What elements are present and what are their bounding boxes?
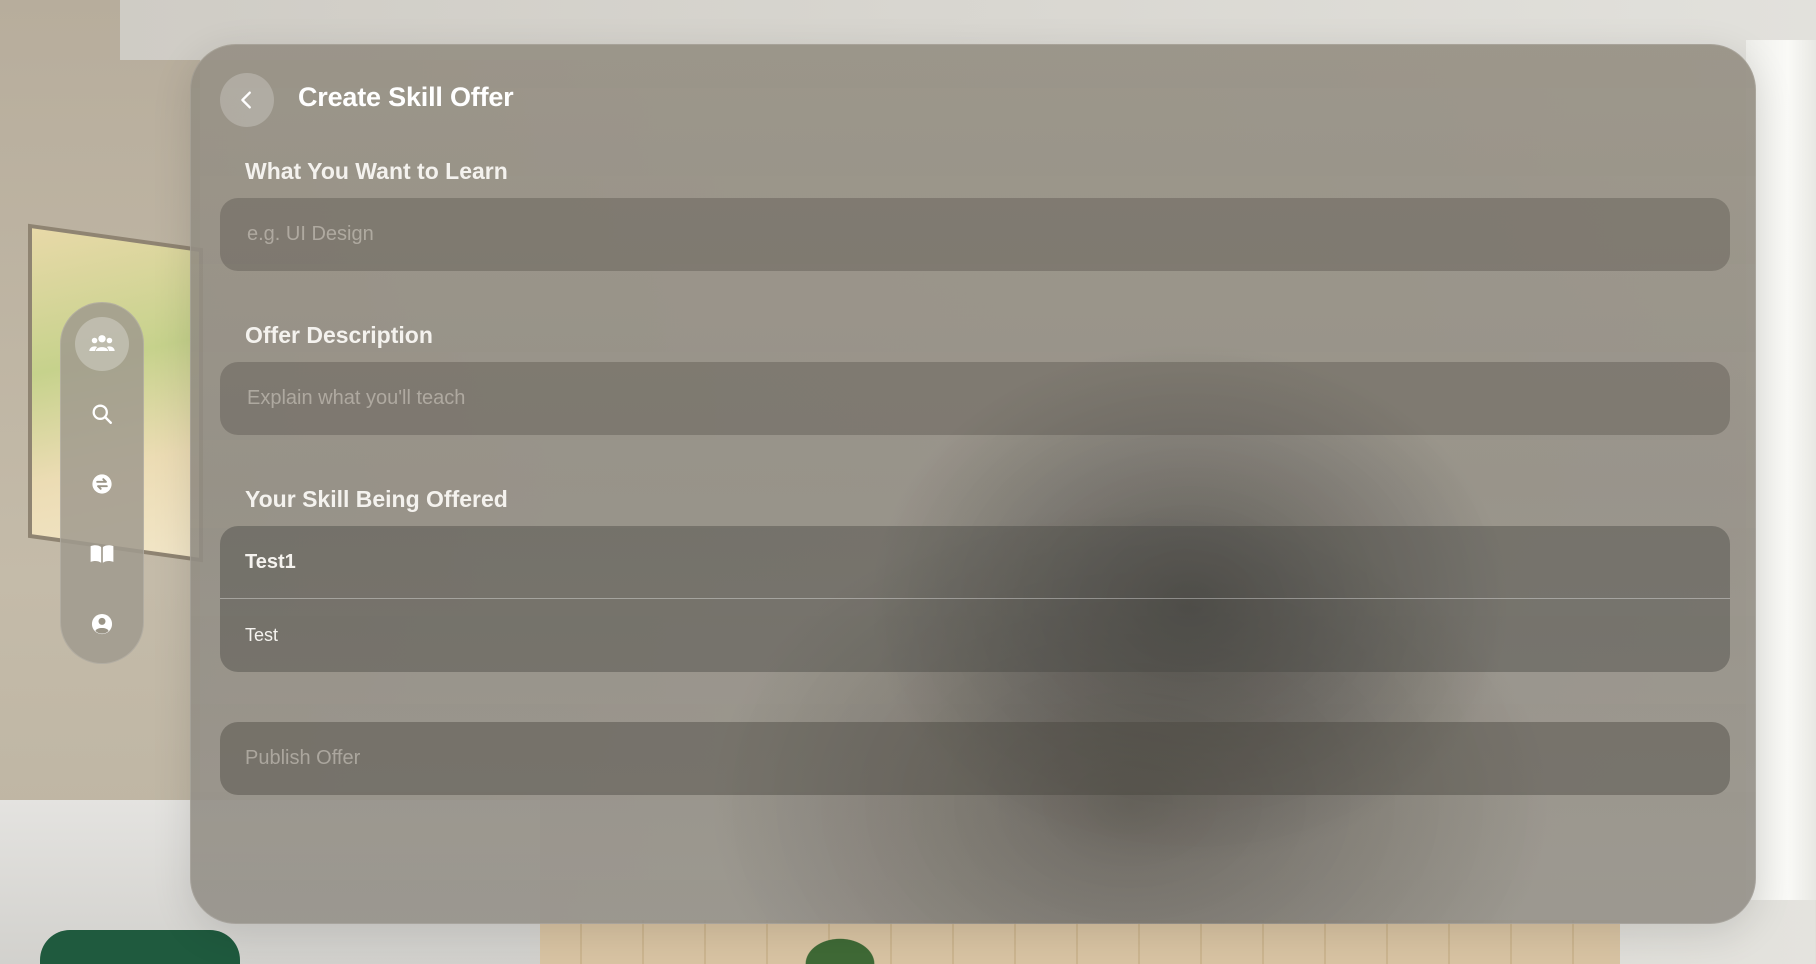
description-input[interactable] <box>245 386 1705 411</box>
exchange-icon <box>92 474 112 494</box>
app-window: Create Skill Offer What You Want to Lear… <box>190 44 1756 924</box>
room-plant <box>780 920 900 964</box>
skill-picker-selected[interactable]: Test1 <box>220 526 1730 599</box>
skill-label: Your Skill Being Offered <box>245 486 508 512</box>
room-window <box>1746 40 1816 900</box>
tab-exchange[interactable] <box>75 457 129 511</box>
back-button[interactable] <box>220 73 274 127</box>
learn-field <box>220 198 1730 271</box>
publish-offer-button[interactable]: Publish Offer <box>220 722 1730 795</box>
tab-profile[interactable] <box>75 597 129 651</box>
skill-picker-option[interactable]: Test <box>220 599 1730 672</box>
description-field <box>220 362 1730 435</box>
description-label: Offer Description <box>245 322 433 348</box>
room-cushion <box>40 930 240 964</box>
tab-bar <box>60 302 144 664</box>
people-icon <box>89 335 115 351</box>
skill-picker: Test1 Test <box>220 526 1730 672</box>
search-icon <box>92 404 112 424</box>
book-icon <box>90 545 114 563</box>
page-title: Create Skill Offer <box>298 82 514 112</box>
chevron-left-icon <box>241 91 251 109</box>
profile-icon <box>91 613 113 635</box>
learn-input[interactable] <box>245 222 1705 247</box>
room-floor <box>520 920 1620 964</box>
tab-search[interactable] <box>75 387 129 441</box>
learn-label: What You Want to Learn <box>245 158 508 184</box>
tab-library[interactable] <box>75 527 129 581</box>
tab-people[interactable] <box>75 317 129 371</box>
